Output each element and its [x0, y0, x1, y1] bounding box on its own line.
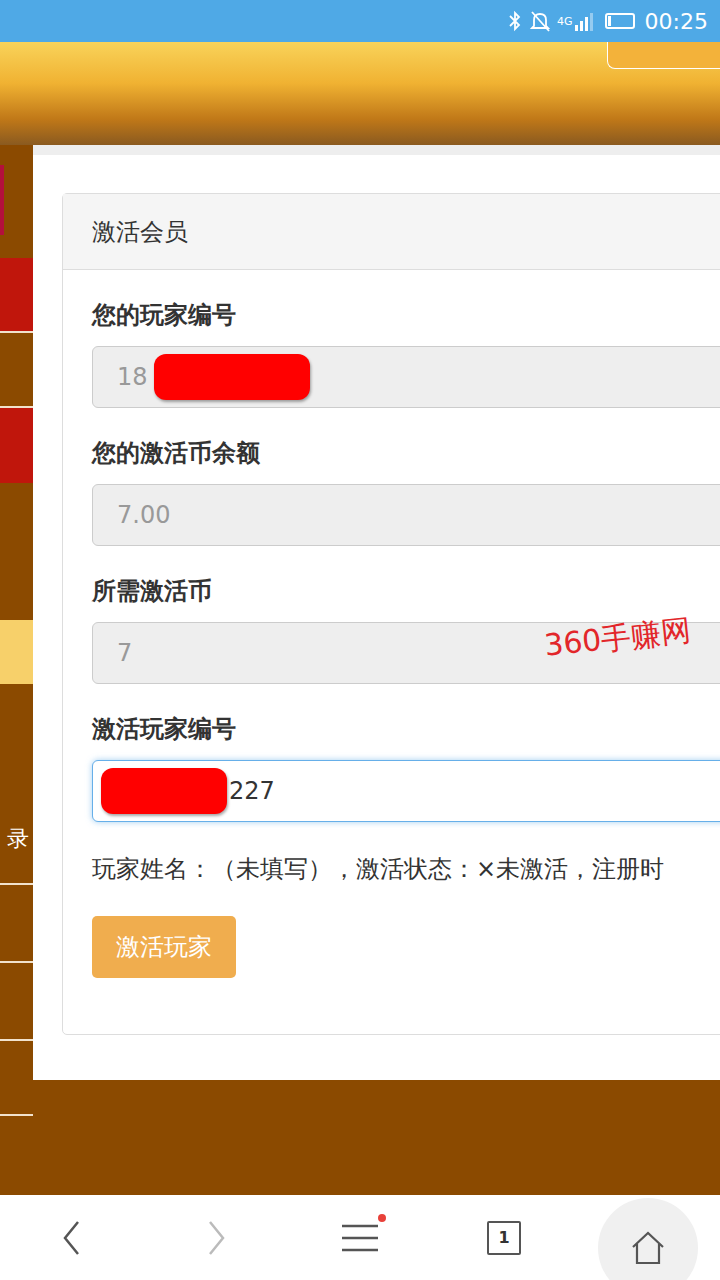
back-icon[interactable] [60, 1218, 84, 1258]
field-label: 您的激活币余额 [92, 438, 720, 468]
activate-card: 激活会员您的玩家编号18您的激活币余额7.00所需激活币7激活玩家编号227玩家… [62, 193, 720, 1035]
sidebar-item[interactable] [0, 1041, 33, 1116]
activate-button[interactable]: 激活玩家 [92, 916, 236, 978]
header-button[interactable] [607, 42, 720, 69]
sidebar-item[interactable]: 录 [0, 684, 33, 885]
menu-icon [340, 1220, 380, 1256]
sidebar-item[interactable] [0, 963, 33, 1041]
home-button[interactable] [598, 1198, 698, 1280]
home-icon [630, 1230, 666, 1266]
status-time: 00:25 [645, 9, 708, 34]
player-info: 玩家姓名：（未填写），激活状态：×未激活，注册时 [92, 852, 720, 886]
sidebar-item[interactable] [0, 408, 33, 483]
signal-icon [575, 11, 593, 31]
field-label: 激活玩家编号 [92, 714, 720, 744]
field-input: 18 [92, 346, 720, 408]
sidebar: 录 [0, 145, 33, 1195]
network-label: 4G [557, 15, 573, 28]
redaction-mark [101, 768, 227, 814]
browser-nav-bar: 1 [0, 1195, 720, 1280]
forward-icon[interactable] [204, 1218, 228, 1258]
form-field: 您的玩家编号 18 [92, 300, 720, 408]
form-field: 您的激活币余额 7.00 [92, 438, 720, 546]
tabs-button[interactable]: 1 [487, 1221, 521, 1255]
content: 录激活会员您的玩家编号18您的激活币余额7.00所需激活币7激活玩家编号227玩… [0, 145, 720, 1195]
bluetooth-icon [507, 9, 523, 33]
main-panel: 激活会员您的玩家编号18您的激活币余额7.00所需激活币7激活玩家编号227玩家… [33, 145, 720, 1080]
mute-icon [529, 9, 551, 33]
menu-badge [378, 1214, 386, 1222]
field-label: 所需激活币 [92, 576, 720, 606]
form-field: 激活玩家编号 227 [92, 714, 720, 822]
sidebar-item[interactable] [0, 258, 33, 333]
main: 激活会员您的玩家编号18您的激活币余额7.00所需激活币7激活玩家编号227玩家… [33, 145, 720, 1195]
sidebar-item[interactable] [0, 620, 33, 684]
status-bar: 4G 00:25 [0, 0, 720, 42]
field-input: 7.00 [92, 484, 720, 546]
field-input[interactable]: 227 [92, 760, 720, 822]
redaction-mark [154, 354, 310, 400]
screen: 4G00:25录激活会员您的玩家编号18您的激活币余额7.00所需激活币7激活玩… [0, 0, 720, 1280]
header-banner [0, 42, 720, 145]
menu-button[interactable] [340, 1220, 380, 1256]
sidebar-item[interactable] [0, 885, 33, 963]
sidebar-item[interactable] [0, 333, 33, 408]
footer [33, 1080, 720, 1195]
field-label: 您的玩家编号 [92, 300, 720, 330]
battery-icon [605, 13, 635, 29]
card-title: 激活会员 [63, 194, 720, 270]
